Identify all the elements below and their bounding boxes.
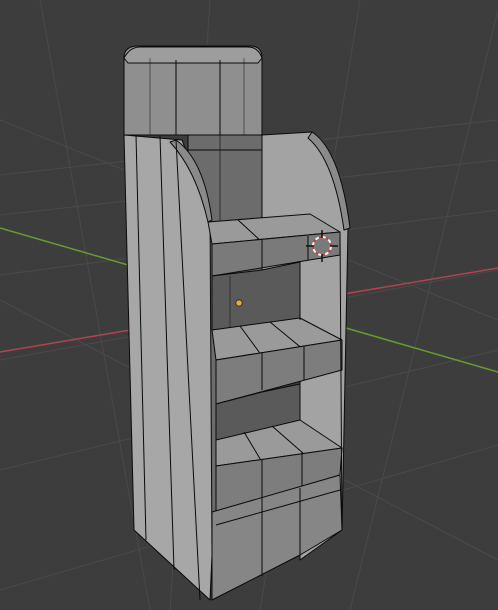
left-side-panel[interactable] (123, 134, 213, 601)
header-top-face (123, 46, 263, 64)
display-stand-mesh[interactable] (123, 45, 351, 601)
3d-viewport[interactable] (0, 0, 498, 610)
object-origin-dot[interactable] (235, 299, 243, 307)
viewport-canvas[interactable] (0, 0, 498, 610)
